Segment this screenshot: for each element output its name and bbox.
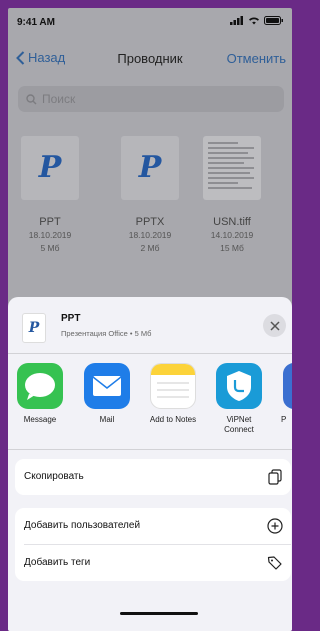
search-placeholder: Поиск <box>42 92 76 106</box>
wifi-icon <box>249 17 259 25</box>
vipnet-app-icon <box>216 363 262 409</box>
copy-icon <box>268 469 282 485</box>
action-add-tags[interactable]: Добавить теги <box>15 545 291 581</box>
partial-app-icon <box>283 363 292 409</box>
navigation-bar: Назад Проводник Отменить <box>8 40 292 76</box>
share-app-notes[interactable]: Add to Notes <box>145 363 201 425</box>
search-icon <box>26 93 37 104</box>
file-name: PPTX <box>135 216 165 228</box>
mail-app-icon <box>84 363 130 409</box>
share-app-message[interactable]: Message <box>12 363 68 425</box>
powerpoint-icon: P <box>22 313 46 343</box>
file-item-ppt[interactable]: P PPT 18.10.2019 5 Мб <box>12 136 88 254</box>
cancel-button[interactable]: Отменить <box>227 51 286 66</box>
share-sheet: P PPT Презентация Office • 5 Мб Message … <box>8 297 292 631</box>
screen: 9:41 AM Назад Проводник Отменить Поиск P… <box>8 8 292 631</box>
share-app-vipnet[interactable]: ViPNet Connect <box>211 363 267 435</box>
shared-file-info: Презентация Office • 5 Мб <box>61 329 152 338</box>
signal-icon <box>230 16 243 25</box>
file-item-usn-tiff[interactable]: USN.tiff 14.10.2019 15 Мб <box>194 136 270 254</box>
action-label: Скопировать <box>24 471 84 482</box>
status-indicators <box>230 16 284 25</box>
powerpoint-icon: P <box>121 136 179 200</box>
document-thumbnail <box>203 136 261 200</box>
file-date: 14.10.2019 <box>210 230 254 240</box>
file-name: USN.tiff <box>213 216 251 228</box>
shared-file-name: PPT <box>61 313 81 324</box>
status-time: 9:41 AM <box>17 17 55 28</box>
notes-app-icon <box>150 363 196 409</box>
action-add-users[interactable]: Добавить пользователей <box>15 508 291 544</box>
app-label: Mail <box>99 415 115 424</box>
share-sheet-header: P PPT Презентация Office • 5 Мб <box>8 297 292 354</box>
app-label: P <box>281 415 287 424</box>
action-label: Добавить пользователей <box>24 520 141 531</box>
file-size: 15 Мб <box>220 243 244 253</box>
file-size: 5 Мб <box>40 243 60 253</box>
share-app-mail[interactable]: Mail <box>79 363 135 425</box>
file-size: 2 Мб <box>140 243 160 253</box>
message-app-icon <box>17 363 63 409</box>
action-group-primary: Скопировать <box>15 459 291 495</box>
close-button[interactable] <box>263 314 286 337</box>
app-label: ViPNet Connect <box>224 415 254 434</box>
close-icon <box>269 320 280 331</box>
action-copy[interactable]: Скопировать <box>15 459 291 495</box>
share-app-partial[interactable]: P <box>278 363 292 425</box>
app-label: Message <box>23 415 57 424</box>
battery-icon <box>264 16 283 25</box>
add-circle-icon <box>267 518 283 534</box>
file-date: 18.10.2019 <box>28 230 72 240</box>
powerpoint-icon: P <box>21 136 79 200</box>
home-indicator[interactable] <box>120 612 198 615</box>
file-item-pptx[interactable]: P PPTX 18.10.2019 2 Мб <box>112 136 188 254</box>
share-apps-row: Message Mail Add to Notes ViPNet Connect <box>8 363 292 450</box>
tag-icon <box>267 556 282 570</box>
action-label: Добавить теги <box>24 557 91 568</box>
app-label: Add to Notes <box>149 415 197 424</box>
status-bar: 9:41 AM <box>8 8 292 38</box>
search-input[interactable]: Поиск <box>18 86 284 112</box>
file-name: PPT <box>39 216 61 228</box>
file-date: 18.10.2019 <box>128 230 172 240</box>
action-group-secondary: Добавить пользователей Добавить теги <box>15 508 291 581</box>
